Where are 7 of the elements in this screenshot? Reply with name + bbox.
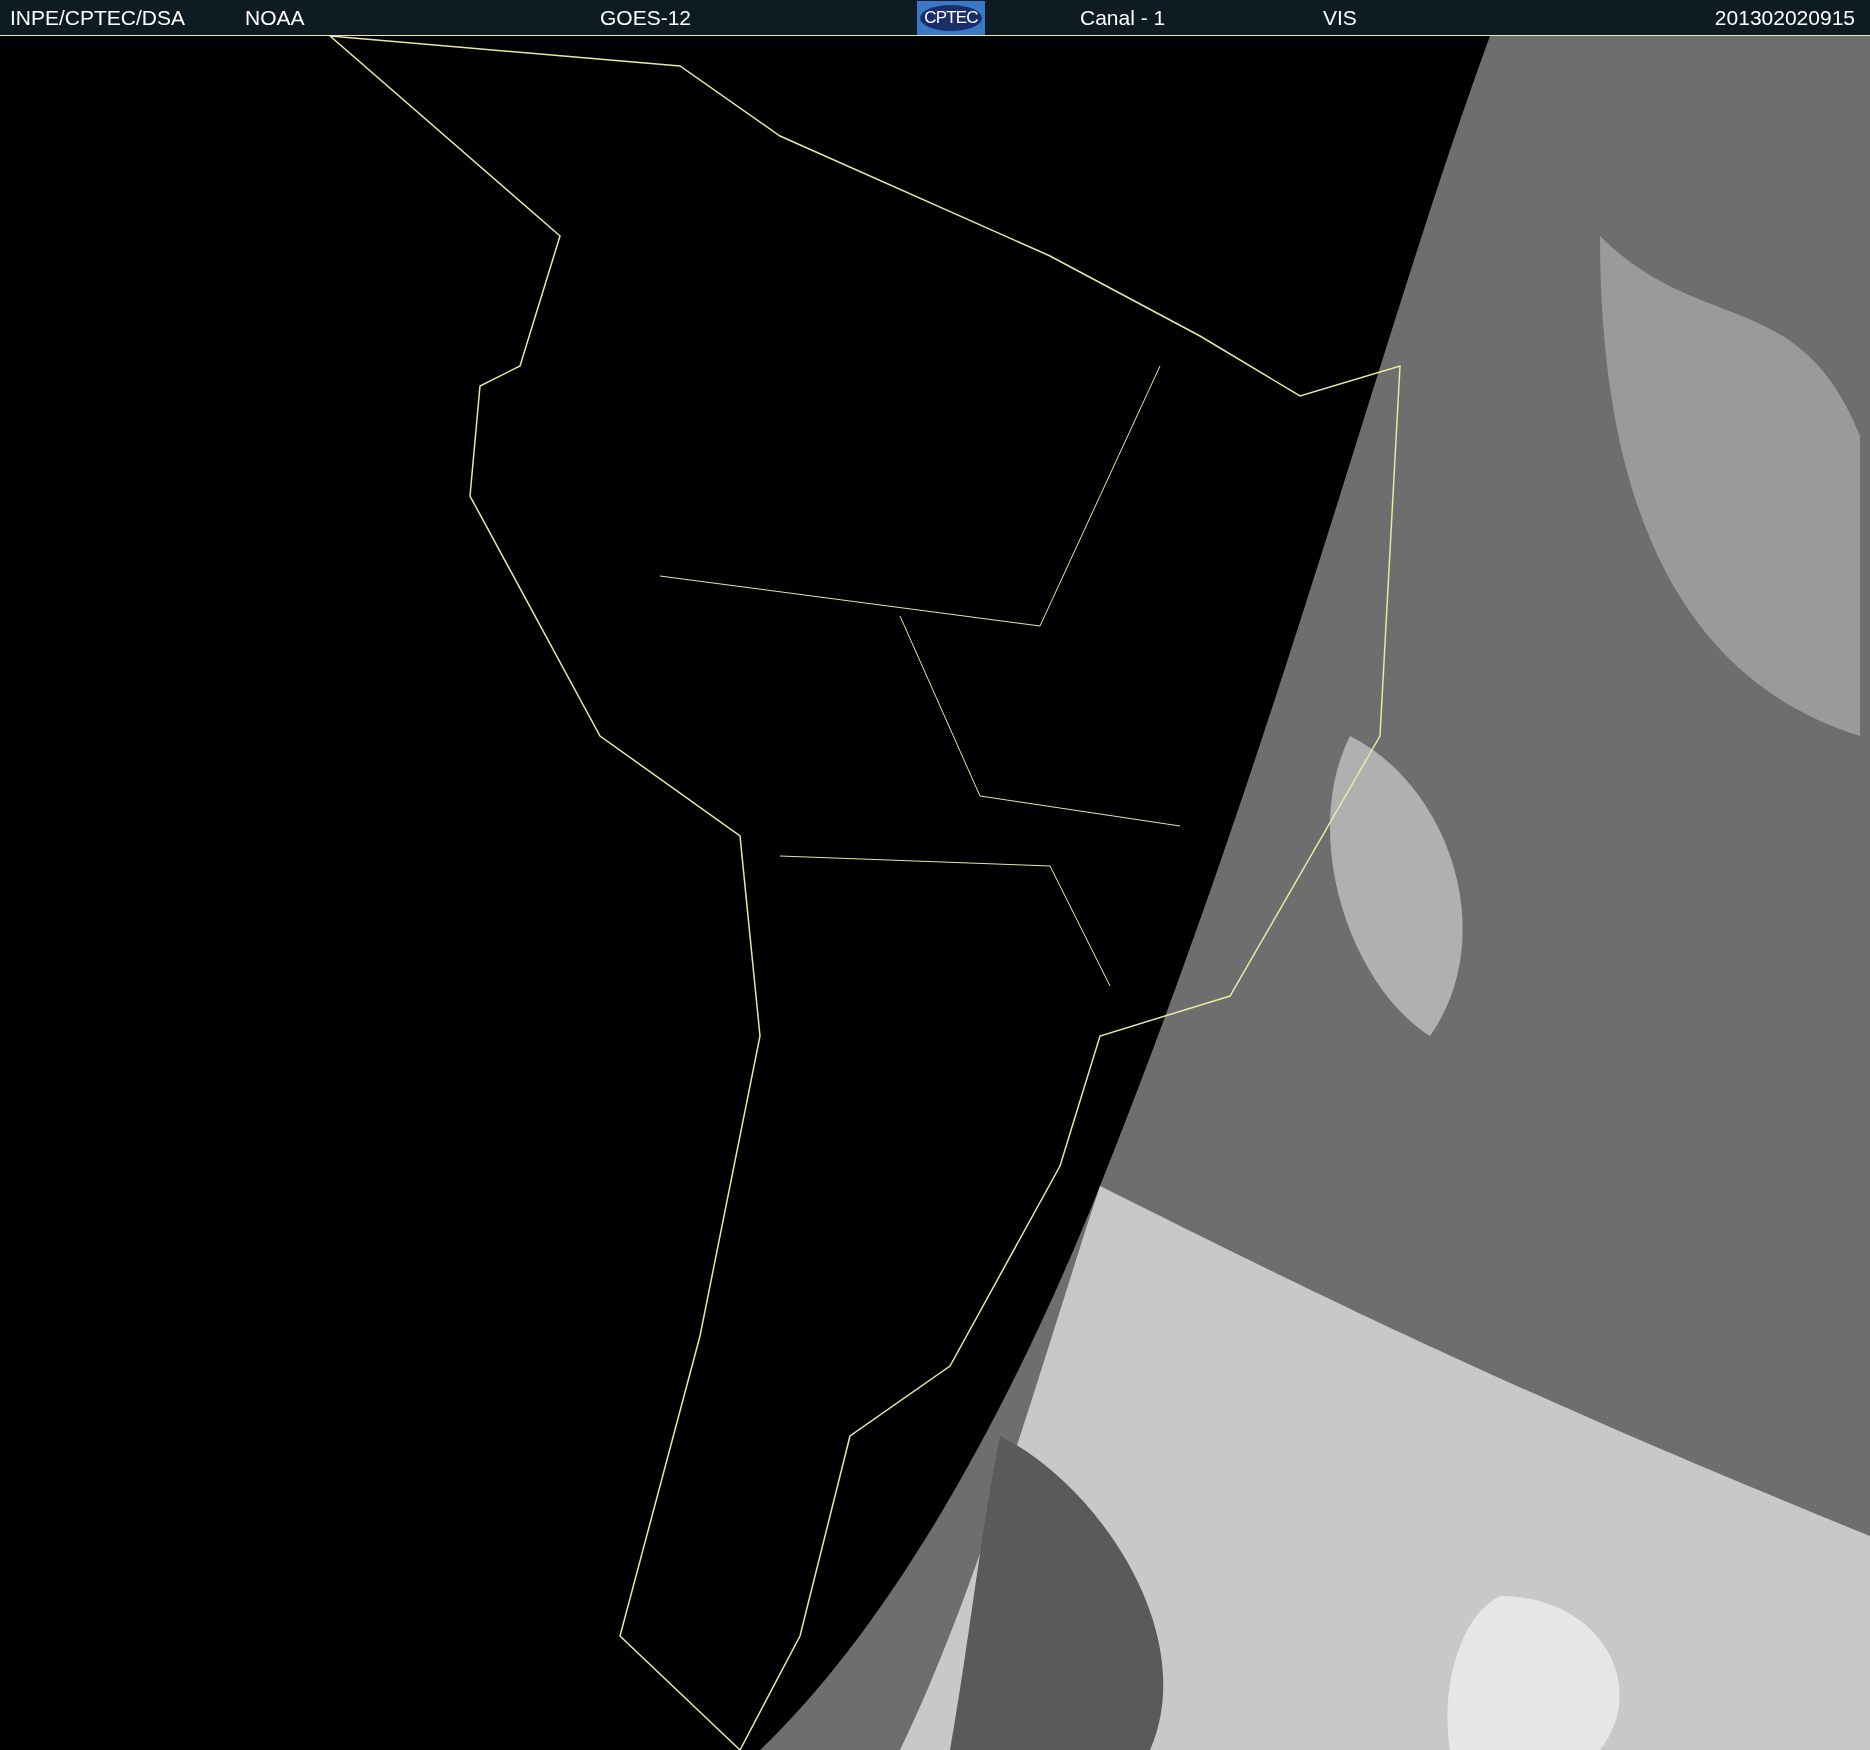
logo-text: CPTEC (920, 4, 982, 31)
source-label: INPE/CPTEC/DSA (10, 4, 187, 31)
satellite-label: GOES-12 (600, 4, 693, 31)
channel-label: Canal - 1 (1080, 4, 1167, 31)
band-label: VIS (1323, 4, 1357, 31)
agency-label: NOAA (245, 4, 306, 31)
timestamp-label: 201302020915 (1714, 4, 1855, 31)
